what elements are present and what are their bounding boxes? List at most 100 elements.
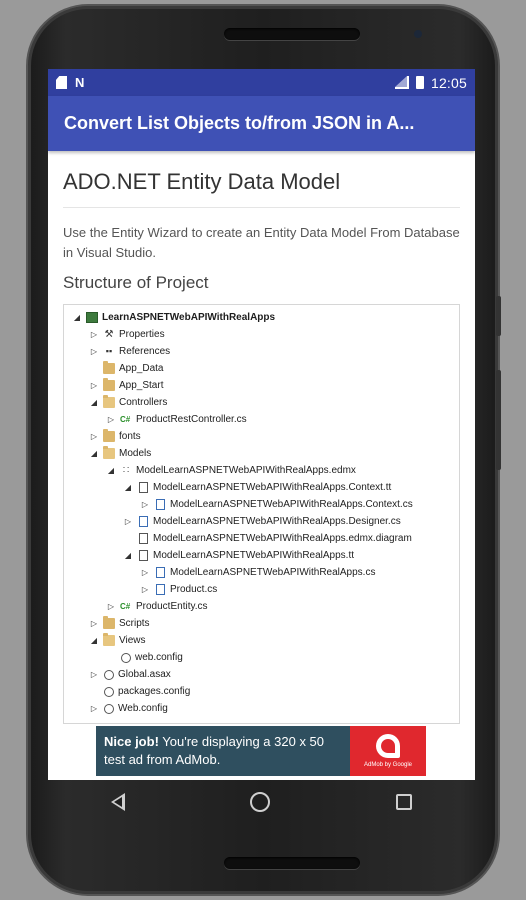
tree-label: ModelLearnASPNETWebAPIWithRealApps.edmx.… (153, 533, 412, 544)
tree-row: ▷ Product.cs (64, 581, 459, 598)
file-icon (139, 550, 148, 561)
home-icon[interactable] (250, 792, 271, 812)
admob-banner[interactable]: Nice job! You're displaying a 320 x 50 t… (96, 726, 426, 776)
tree-label: Web.config (118, 703, 168, 714)
collapsed-arrow-icon: ▷ (141, 568, 149, 577)
ad-bold-text: Nice job! (104, 734, 159, 749)
folder-icon (103, 429, 115, 442)
ad-text: Nice job! You're displaying a 320 x 50 t… (96, 726, 350, 776)
battery-icon (415, 76, 424, 89)
tree-label: App_Data (119, 363, 164, 374)
tree-label: Global.asax (118, 669, 171, 680)
folder-icon (103, 378, 115, 391)
volume-rocker[interactable] (496, 370, 501, 470)
tree-row: ◢ ModelLearnASPNETWebAPIWithRealApps.tt (64, 547, 459, 564)
tree-row: ▷ Scripts (64, 615, 459, 632)
tree-label: fonts (119, 431, 141, 442)
tree-row: ▷ C# ProductEntity.cs (64, 598, 459, 615)
collapsed-arrow-icon: ▷ (107, 415, 115, 424)
folder-open-icon (103, 633, 115, 646)
front-camera (414, 30, 422, 38)
tree-label: ModelLearnASPNETWebAPIWithRealApps.Conte… (170, 499, 413, 510)
tree-label: App_Start (119, 380, 164, 391)
collapsed-arrow-icon: ▷ (90, 670, 98, 679)
tree-row: ◢ LearnASPNETWebAPIWithRealApps (64, 309, 459, 326)
admob-logo: AdMob by Google (350, 726, 426, 776)
expanded-arrow-icon: ◢ (73, 313, 81, 322)
tree-label: ModelLearnASPNETWebAPIWithRealApps.Conte… (153, 482, 392, 493)
tree-row: ModelLearnASPNETWebAPIWithRealApps.edmx.… (64, 530, 459, 547)
tree-label: ModelLearnASPNETWebAPIWithRealApps.Desig… (153, 516, 401, 527)
tree-row: ▷ Global.asax (64, 666, 459, 683)
collapsed-arrow-icon: ▷ (90, 330, 98, 339)
tree-row: ▷ Web.config (64, 700, 459, 717)
tree-row: ◢ Models (64, 445, 459, 462)
expanded-arrow-icon: ◢ (90, 398, 98, 407)
tree-label: Models (119, 448, 152, 459)
config-icon (104, 669, 114, 680)
tree-label: packages.config (118, 686, 191, 697)
admob-logo-caption: AdMob by Google (363, 762, 413, 768)
collapsed-arrow-icon: ▷ (107, 602, 115, 611)
bottom-speaker (224, 857, 360, 869)
expanded-arrow-icon: ◢ (90, 449, 98, 458)
tree-row: web.config (64, 649, 459, 666)
admob-logo-icon (376, 734, 400, 758)
tree-row: ▷ C# ProductRestController.cs (64, 411, 459, 428)
tree-label: Views (119, 635, 146, 646)
collapsed-arrow-icon: ▷ (90, 347, 98, 356)
tree-row: packages.config (64, 683, 459, 700)
app-bar-title: Convert List Objects to/from JSON in A..… (64, 113, 415, 133)
tree-row: ▷ ModelLearnASPNETWebAPIWithRealApps.Desi… (64, 513, 459, 530)
tree-label: ProductRestController.cs (136, 414, 247, 425)
tree-label: Scripts (119, 618, 150, 629)
config-icon (121, 652, 131, 663)
config-icon (104, 686, 114, 697)
expanded-arrow-icon: ◢ (124, 551, 132, 560)
tree-row: ▷ ModelLearnASPNETWebAPIWithRealApps.Cont… (64, 496, 459, 513)
tree-row: ◢ ∷ ModelLearnASPNETWebAPIWithRealApps.edm… (64, 462, 459, 479)
tree-label: Controllers (119, 397, 168, 408)
tree-label: ProductEntity.cs (136, 601, 208, 612)
tree-row: ◢ ModelLearnASPNETWebAPIWithRealApps.Cont… (64, 479, 459, 496)
tree-label: ModelLearnASPNETWebAPIWithRealApps.cs (170, 567, 376, 578)
tree-label: ModelLearnASPNETWebAPIWithRealApps.edmx (136, 465, 356, 476)
file-blue-icon (156, 499, 165, 510)
expanded-arrow-icon: ◢ (90, 636, 98, 645)
back-icon[interactable] (110, 793, 125, 811)
file-blue-icon (156, 584, 165, 595)
screen: N 12:05 Convert List Objects to/from JSO… (48, 69, 475, 780)
file-icon (139, 482, 148, 493)
collapsed-arrow-icon: ▷ (90, 381, 98, 390)
file-blue-icon (156, 567, 165, 578)
project-icon (86, 312, 98, 323)
tree-row: ▷ ModelLearnASPNETWebAPIWithRealApps.cs (64, 564, 459, 581)
config-icon (104, 703, 114, 714)
app-bar: Convert List Objects to/from JSON in A..… (48, 96, 475, 151)
collapsed-arrow-icon: ▷ (90, 619, 98, 628)
recents-icon[interactable] (396, 794, 413, 810)
wrench-icon: ⚒ (104, 329, 114, 340)
tree-row: ◢ Controllers (64, 394, 459, 411)
expanded-arrow-icon: ◢ (107, 466, 115, 475)
references-icon: ▪▪ (105, 346, 113, 356)
collapsed-arrow-icon: ▷ (141, 500, 149, 509)
article-heading: ADO.NET Entity Data Model (63, 151, 460, 208)
power-button[interactable] (496, 296, 501, 336)
section-heading: Structure of Project (63, 273, 209, 292)
tree-label: LearnASPNETWebAPIWithRealApps (102, 312, 276, 323)
article-content: ADO.NET Entity Data Model Use the Entity… (48, 151, 475, 724)
tree-label: web.config (135, 652, 183, 663)
n-icon: N (75, 75, 85, 90)
file-icon (139, 533, 148, 544)
tree-label: Properties (119, 329, 165, 340)
file-blue-icon (139, 516, 148, 527)
edmx-icon: ∷ (122, 465, 130, 476)
csharp-icon: C# (120, 415, 131, 424)
tree-row: ▷ fonts (64, 428, 459, 445)
tree-label: Product.cs (170, 584, 218, 595)
status-bar: N 12:05 (48, 69, 475, 96)
expanded-arrow-icon: ◢ (124, 483, 132, 492)
tree-row: ▷ ⚒ Properties (64, 326, 459, 343)
tree-label: ModelLearnASPNETWebAPIWithRealApps.tt (153, 550, 355, 561)
